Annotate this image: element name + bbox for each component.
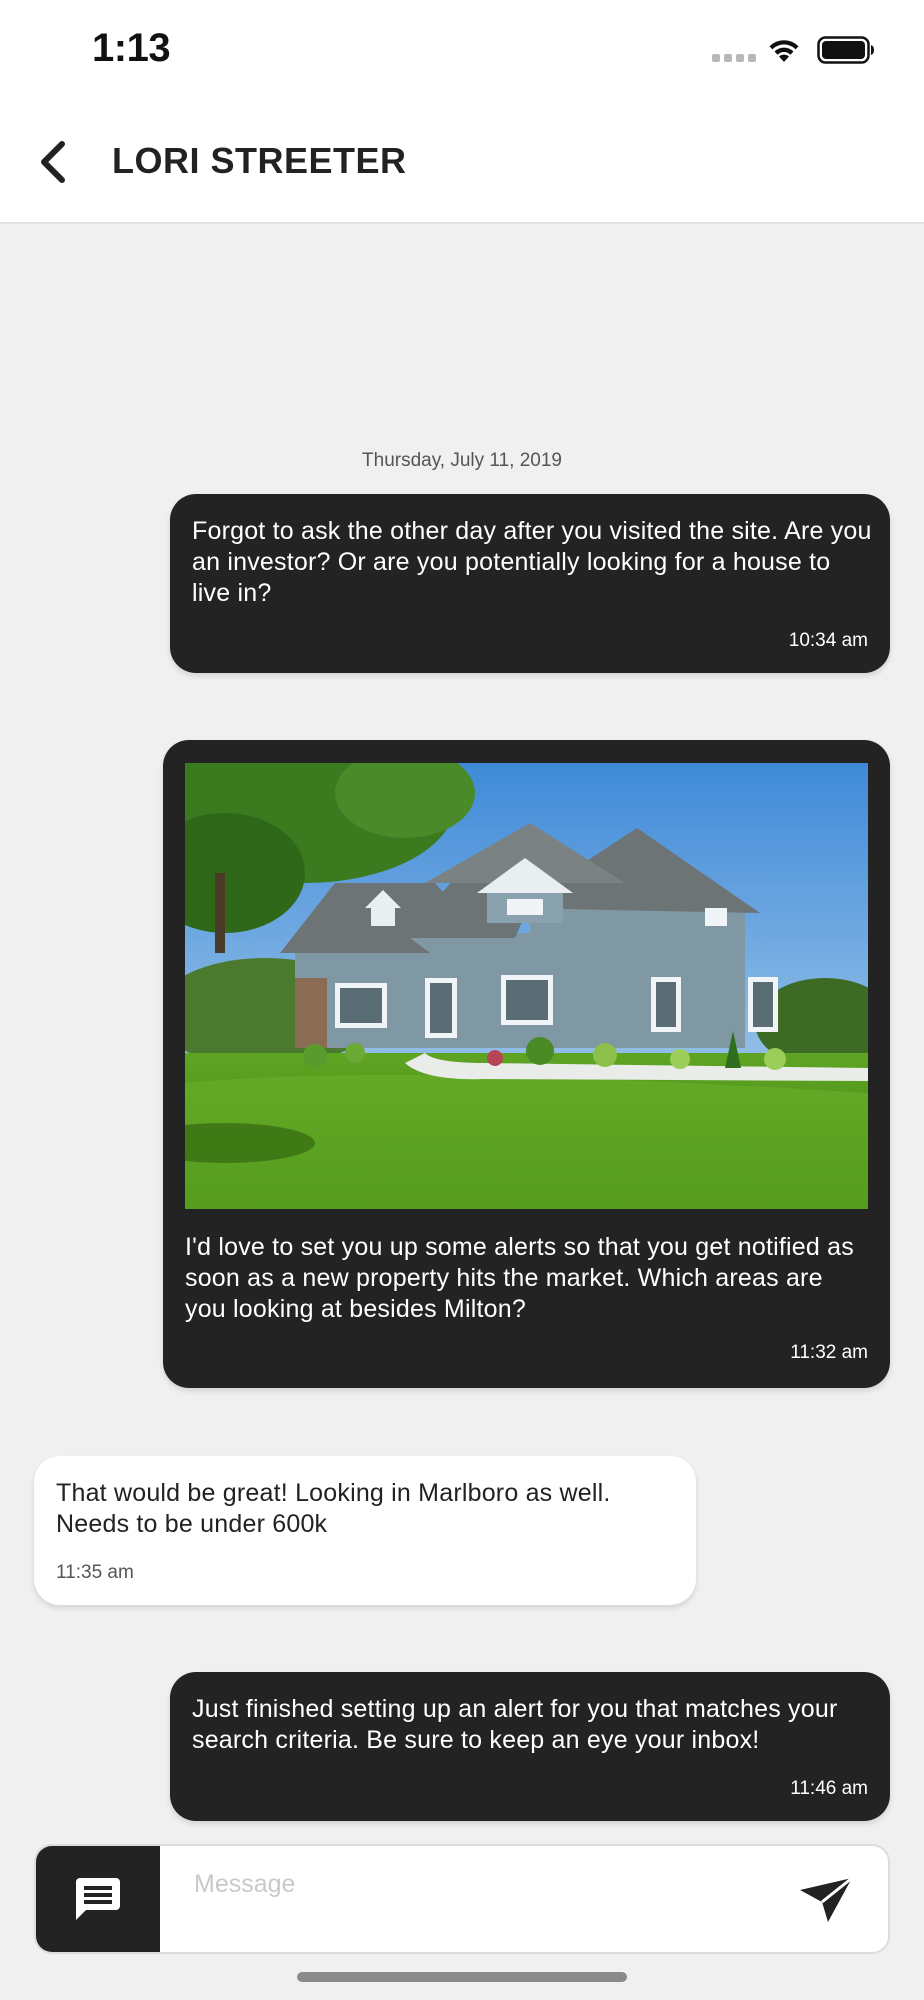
status-bar: 1:13 [0,0,924,100]
conversation-header: LORI STREETER [0,100,924,224]
date-separator: Thursday, July 11, 2019 [362,450,562,471]
status-time: 1:13 [92,26,171,70]
message-bubble-outgoing-image[interactable]: I'd love to set you up some alerts so th… [163,740,890,1388]
signal-icon [712,54,756,62]
message-templates-button[interactable] [36,1846,160,1952]
contact-name: LORI STREETER [112,140,407,181]
message-text: Forgot to ask the other day after you vi… [192,517,872,607]
home-indicator [297,1972,627,1982]
message-bubble-outgoing[interactable]: Forgot to ask the other day after you vi… [170,494,890,673]
message-icon [76,1878,120,1920]
message-text: That would be great! Looking in Marlboro… [56,1479,611,1538]
message-time: 11:32 am [790,1342,868,1363]
house-photo[interactable] [185,763,868,1209]
message-bubble-outgoing[interactable]: Just finished setting up an alert for yo… [170,1672,890,1821]
message-text: Just finished setting up an alert for yo… [192,1695,838,1754]
wifi-icon [769,40,799,62]
battery-icon [817,36,874,64]
message-time: 11:35 am [56,1562,134,1583]
message-input[interactable] [160,1846,760,1922]
message-time: 11:46 am [790,1778,868,1799]
send-icon[interactable] [798,1876,854,1924]
message-time: 10:34 am [788,630,868,651]
message-text: I'd love to set you up some alerts so th… [185,1233,854,1323]
back-chevron-icon[interactable] [34,138,74,186]
message-composer [34,1844,890,1954]
message-bubble-incoming[interactable]: That would be great! Looking in Marlboro… [34,1456,696,1605]
